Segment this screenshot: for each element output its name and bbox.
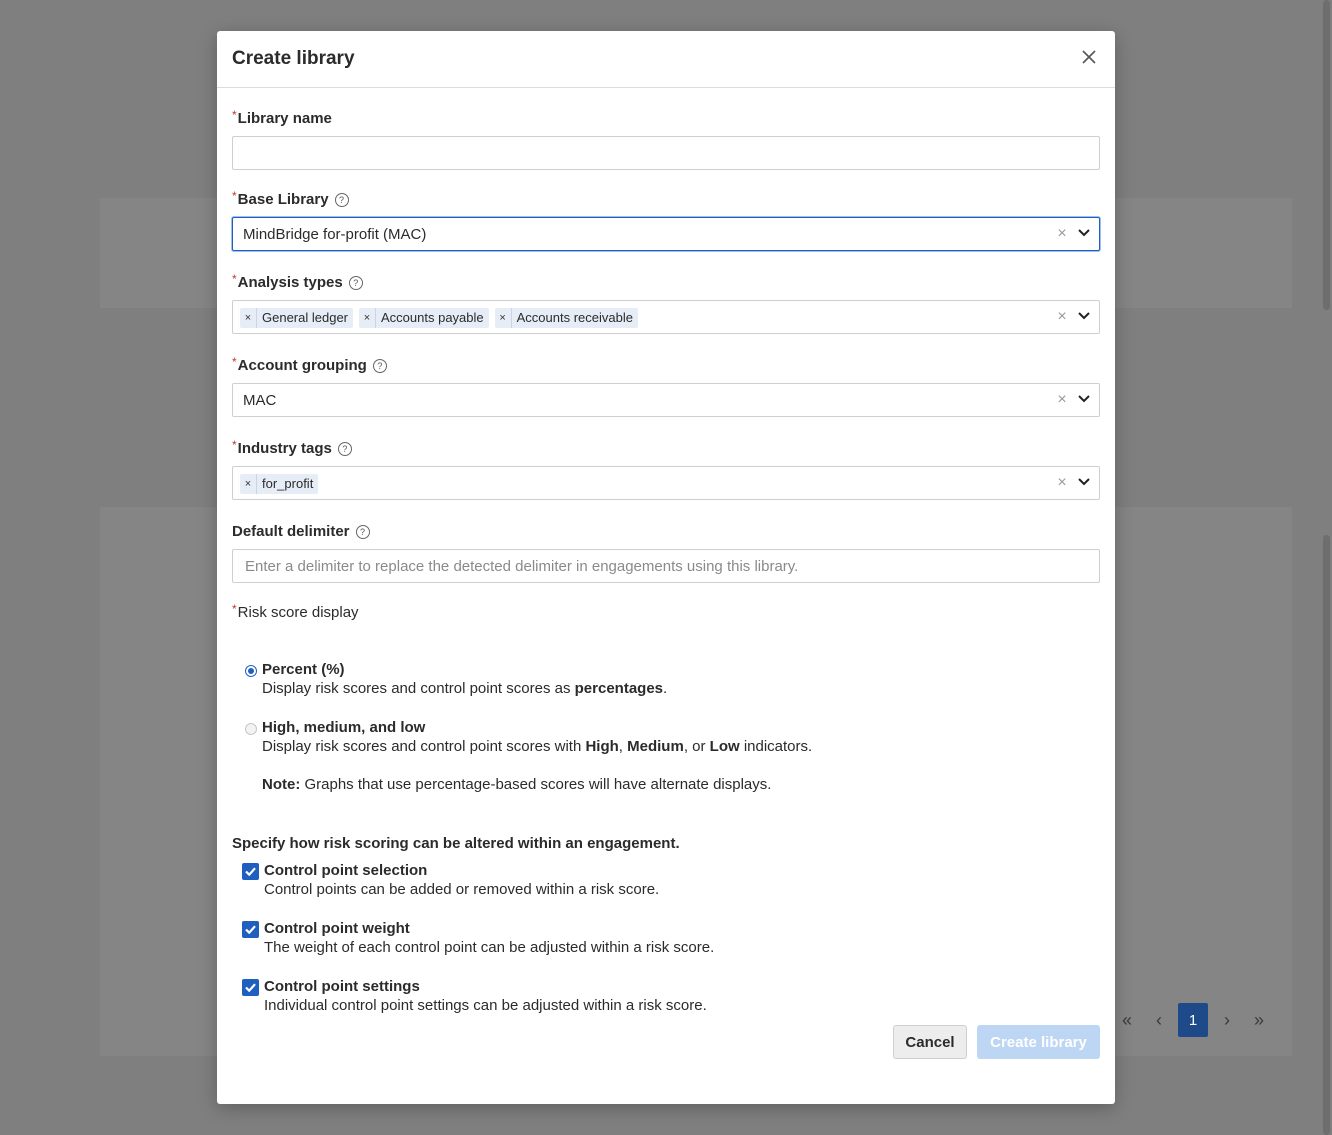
base-library-select[interactable]: MindBridge for-profit (MAC) × — [232, 217, 1100, 251]
analysis-types-select[interactable]: × General ledger × Accounts payable × Ac… — [232, 300, 1100, 334]
help-icon[interactable]: ? — [372, 358, 387, 373]
required-marker: * — [232, 188, 237, 203]
remove-chip-icon[interactable]: × — [240, 474, 257, 494]
high-medium-low-option-title: High, medium, and low — [262, 719, 426, 736]
dialog-title: Create library — [232, 48, 355, 69]
clear-icon[interactable]: × — [1055, 474, 1069, 492]
first-page-button[interactable]: « — [1114, 1004, 1140, 1036]
create-library-dialog: Create library * Library name * Base Lib… — [217, 31, 1115, 1104]
remove-chip-icon[interactable]: × — [495, 308, 512, 328]
chevron-down-icon[interactable] — [1078, 229, 1090, 237]
account-grouping-label: * Account grouping ? — [232, 354, 387, 374]
help-icon[interactable]: ? — [334, 192, 349, 207]
help-icon[interactable]: ? — [355, 524, 370, 539]
required-marker: * — [232, 107, 237, 122]
close-icon[interactable] — [1081, 49, 1097, 65]
alterations-heading: Specify how risk scoring can be altered … — [232, 835, 680, 852]
industry-tags-select[interactable]: × for_profit × — [232, 466, 1100, 500]
dialog-header: Create library — [217, 31, 1115, 88]
account-grouping-select[interactable]: MAC × — [232, 383, 1100, 417]
help-icon[interactable]: ? — [337, 441, 352, 456]
default-delimiter-label: Default delimiter ? — [232, 523, 370, 540]
percent-option-description: Display risk scores and control point sc… — [262, 680, 668, 697]
required-marker: * — [232, 601, 237, 616]
current-page-button[interactable]: 1 — [1178, 1003, 1208, 1037]
create-library-button[interactable]: Create library — [977, 1025, 1100, 1059]
chevron-down-icon[interactable] — [1078, 395, 1090, 403]
checkbox-control-point-selection[interactable] — [242, 863, 259, 880]
last-page-button[interactable]: » — [1246, 1004, 1272, 1036]
clear-icon[interactable]: × — [1055, 308, 1069, 326]
required-marker: * — [232, 271, 237, 286]
background-scrollbar-top[interactable] — [1323, 0, 1330, 310]
analysis-types-label: * Analysis types ? — [232, 271, 363, 291]
required-marker: * — [232, 354, 237, 369]
checkbox-control-point-settings[interactable] — [242, 979, 259, 996]
checkbox-control-point-weight[interactable] — [242, 921, 259, 938]
industry-tags-chips: × for_profit — [240, 474, 319, 494]
control-point-settings-title: Control point settings — [264, 978, 420, 995]
control-point-weight-description: The weight of each control point can be … — [264, 939, 715, 956]
required-marker: * — [232, 437, 237, 452]
radio-percent[interactable] — [245, 665, 257, 677]
base-library-label: * Base Library ? — [232, 188, 349, 208]
clear-icon[interactable]: × — [1055, 225, 1069, 243]
remove-chip-icon[interactable]: × — [359, 308, 376, 328]
library-name-input[interactable] — [232, 136, 1100, 170]
next-page-button[interactable]: › — [1214, 1004, 1240, 1036]
chip-accounts-payable: × Accounts payable — [359, 308, 489, 328]
background-pagination: « ‹ 1 › » — [1114, 1003, 1272, 1037]
prev-page-button[interactable]: ‹ — [1146, 1004, 1172, 1036]
high-medium-low-option-description: Display risk scores and control point sc… — [262, 738, 813, 755]
clear-icon[interactable]: × — [1055, 391, 1069, 409]
control-point-weight-title: Control point weight — [264, 920, 410, 937]
risk-score-display-label: * Risk score display — [232, 601, 359, 622]
control-point-selection-description: Control points can be added or removed w… — [264, 881, 660, 898]
chevron-down-icon[interactable] — [1078, 312, 1090, 320]
control-point-settings-description: Individual control point settings can be… — [264, 997, 707, 1014]
risk-score-note: Note: Graphs that use percentage-based s… — [262, 776, 772, 793]
help-icon[interactable]: ? — [348, 275, 363, 290]
chip-for-profit: × for_profit — [240, 474, 319, 494]
chip-general-ledger: × General ledger — [240, 308, 353, 328]
background-scrollbar-bottom[interactable] — [1323, 535, 1330, 1135]
chevron-down-icon[interactable] — [1078, 478, 1090, 486]
analysis-types-chips: × General ledger × Accounts payable × Ac… — [240, 308, 638, 328]
control-point-selection-title: Control point selection — [264, 862, 428, 879]
library-name-label: * Library name — [232, 107, 332, 128]
percent-option-title: Percent (%) — [262, 661, 345, 678]
industry-tags-label: * Industry tags ? — [232, 437, 352, 457]
chip-accounts-receivable: × Accounts receivable — [494, 308, 638, 328]
remove-chip-icon[interactable]: × — [240, 308, 257, 328]
cancel-button[interactable]: Cancel — [893, 1025, 967, 1059]
radio-high-medium-low[interactable] — [245, 723, 257, 735]
default-delimiter-input[interactable]: Enter a delimiter to replace the detecte… — [232, 549, 1100, 583]
